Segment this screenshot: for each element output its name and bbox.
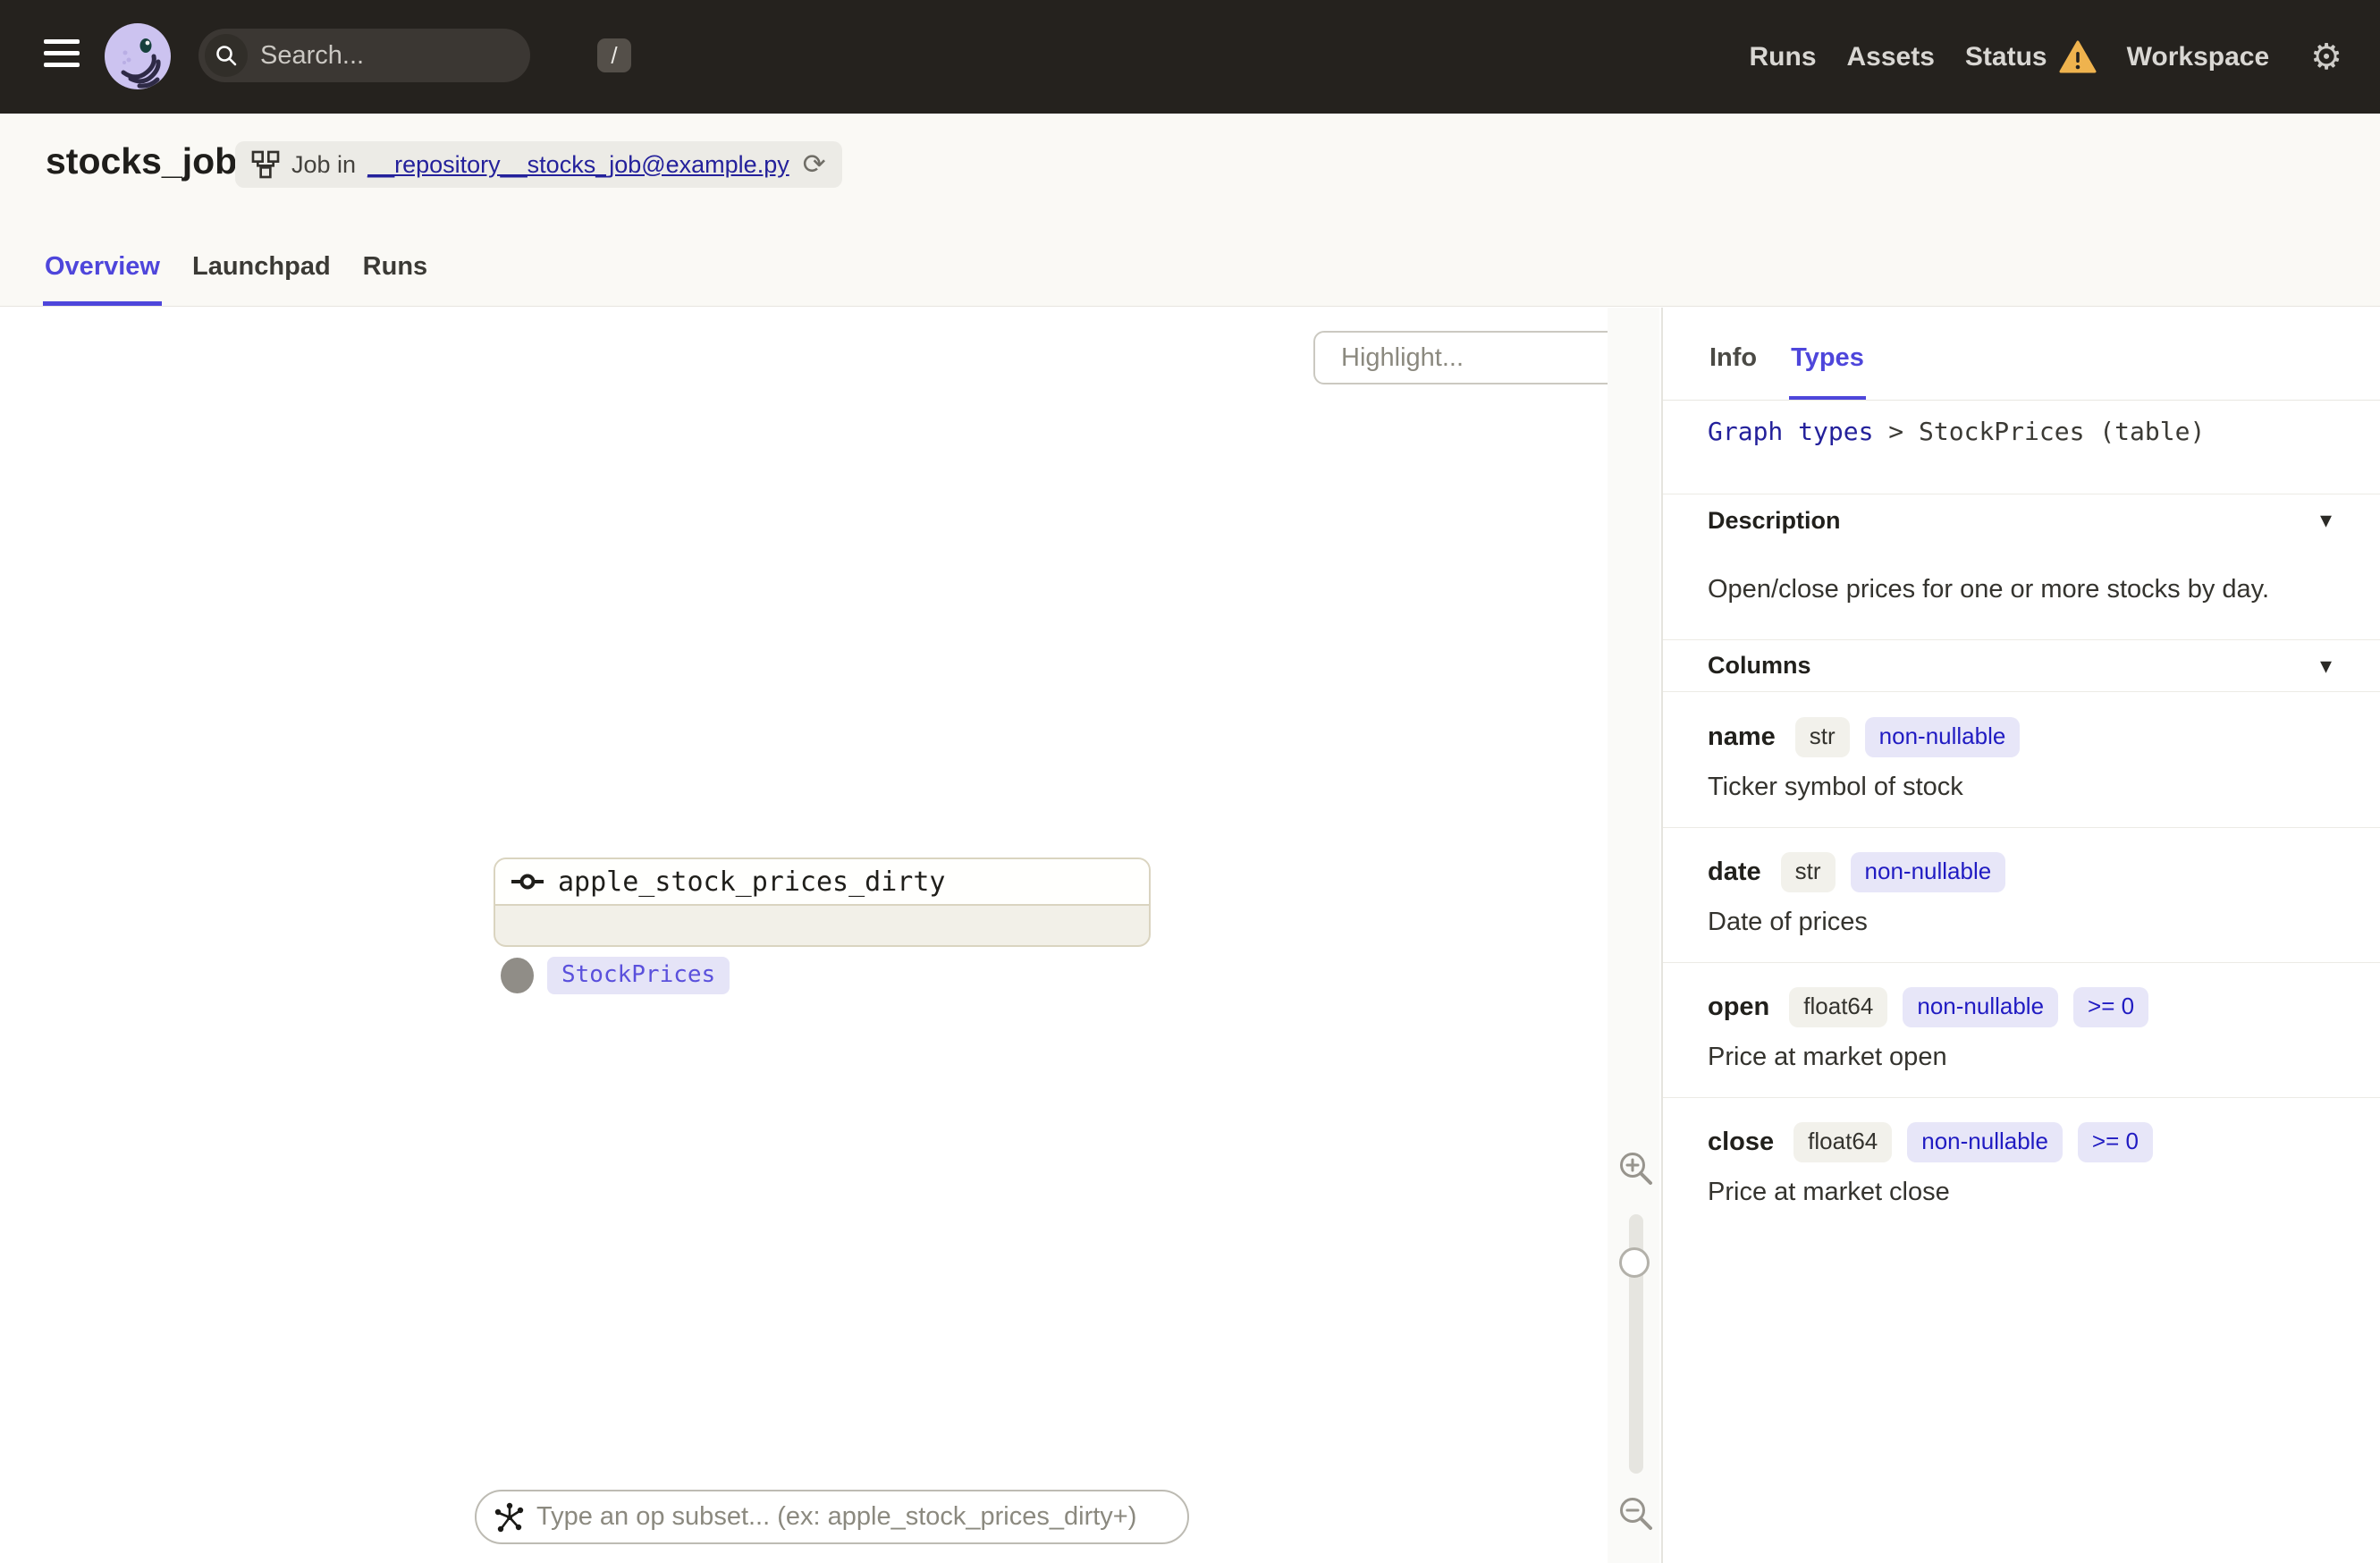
columns-list: name str non-nullable Ticker symbol of s…: [1663, 693, 2380, 1232]
column-constraint-pill: >= 0: [2073, 987, 2149, 1027]
hamburger-menu-icon[interactable]: [44, 39, 80, 73]
nav-item-status[interactable]: Status: [1965, 40, 2097, 74]
column-description: Price at market close: [1708, 1178, 1950, 1206]
column-description: Ticker symbol of stock: [1708, 773, 1963, 801]
column-name: open: [1708, 993, 1770, 1021]
refresh-icon[interactable]: ⟳: [803, 150, 826, 179]
column-type-pill: str: [1780, 852, 1836, 892]
breadcrumb: Graph types > StockPrices (table): [1708, 417, 2205, 446]
job-origin-badge: Job in __repository__stocks_job@example.…: [235, 141, 842, 188]
warning-icon: [2059, 40, 2097, 72]
op-node-body: [495, 906, 1149, 945]
op-subset-box: [475, 1490, 1189, 1544]
tab-overview[interactable]: Overview: [43, 252, 162, 306]
nav-item-workspace[interactable]: Workspace: [2127, 42, 2270, 72]
description-title: Description: [1708, 506, 1841, 534]
sidebar-tab-info[interactable]: Info: [1708, 343, 1759, 400]
top-nav: / Runs Assets Status Workspace ⚙: [0, 0, 2380, 114]
column-name: close: [1708, 1128, 1775, 1156]
column-row-close: close float64 non-nullable >= 0 Price at…: [1663, 1098, 2380, 1232]
column-row-name: name str non-nullable Ticker symbol of s…: [1663, 693, 2380, 828]
global-search-input[interactable]: [260, 40, 597, 71]
op-output-row: StockPrices: [501, 957, 730, 994]
page-header: stocks_job Job in __repository__stocks_j…: [0, 114, 2380, 307]
highlight-search: [1313, 331, 1678, 384]
column-type-pill: str: [1794, 717, 1850, 757]
op-subset-input[interactable]: [536, 1502, 1169, 1532]
column-description: Date of prices: [1708, 908, 1868, 936]
zoom-out-button[interactable]: [1616, 1494, 1656, 1533]
column-constraint-pill: non-nullable: [1864, 717, 2021, 757]
description-text: Open/close prices for one or more stocks…: [1708, 575, 2270, 604]
chevron-down-icon: ▾: [2319, 652, 2332, 680]
search-icon: [205, 34, 248, 77]
column-constraint-pill: non-nullable: [1850, 852, 2006, 892]
nav-item-assets[interactable]: Assets: [1847, 42, 1935, 72]
op-icon: [511, 874, 544, 890]
page-tabs: Overview Launchpad Runs: [43, 252, 429, 306]
op-node-name: apple_stock_prices_dirty: [558, 866, 946, 898]
tab-runs[interactable]: Runs: [361, 252, 430, 306]
chevron-down-icon: ▾: [2319, 507, 2332, 534]
column-type-pill: float64: [1793, 1122, 1893, 1162]
column-constraint-pill: non-nullable: [1903, 987, 2059, 1027]
column-type-pill: float64: [1789, 987, 1888, 1027]
op-graph-canvas: apple_stock_prices_dirty StockPrices: [0, 308, 1678, 1563]
column-constraint-pill: >= 0: [2077, 1122, 2153, 1162]
breadcrumb-current: StockPrices (table): [1919, 417, 2206, 446]
description-section-header[interactable]: Description ▾: [1663, 494, 2380, 546]
op-selector-icon: [494, 1502, 524, 1532]
tab-launchpad[interactable]: Launchpad: [190, 252, 333, 306]
sidebar-tabs: Info Types: [1663, 308, 2380, 401]
breadcrumb-graph-types-link[interactable]: Graph types: [1708, 417, 1873, 446]
gear-icon[interactable]: ⚙: [2310, 39, 2342, 75]
type-sidebar: Info Types Graph types > StockPrices (ta…: [1661, 308, 2380, 1563]
sidebar-tab-types[interactable]: Types: [1789, 343, 1866, 400]
dagster-logo[interactable]: [104, 22, 172, 90]
output-handle-icon: [501, 958, 534, 993]
column-constraint-pill: non-nullable: [1907, 1122, 2063, 1162]
global-search: /: [198, 29, 631, 82]
column-name: date: [1708, 858, 1761, 886]
op-node-apple-stock-prices-dirty[interactable]: apple_stock_prices_dirty: [494, 858, 1151, 947]
job-file-link[interactable]: __repository__stocks_job@example.py: [367, 151, 789, 179]
zoom-in-button[interactable]: [1616, 1149, 1656, 1188]
column-row-date: date str non-nullable Date of prices: [1663, 828, 2380, 963]
sitemap-icon: [251, 150, 280, 179]
column-name: name: [1708, 722, 1776, 751]
app-root: / Runs Assets Status Workspace ⚙: [0, 0, 2380, 1563]
nav-item-runs[interactable]: Runs: [1750, 42, 1817, 72]
search-shortcut-key: /: [597, 38, 631, 72]
column-description: Price at market open: [1708, 1043, 1947, 1071]
output-type-tag[interactable]: StockPrices: [547, 957, 730, 994]
zoom-slider-handle[interactable]: [1619, 1247, 1650, 1278]
breadcrumb-separator: >: [1888, 417, 1904, 446]
columns-title: Columns: [1708, 652, 1811, 679]
column-row-open: open float64 non-nullable >= 0 Price at …: [1663, 963, 2380, 1098]
job-badge-prefix: Job in: [291, 150, 357, 178]
page-title: stocks_job: [46, 140, 238, 182]
top-nav-links: Runs Assets Status Workspace ⚙: [1750, 0, 2342, 114]
columns-section-header[interactable]: Columns ▾: [1663, 639, 2380, 692]
